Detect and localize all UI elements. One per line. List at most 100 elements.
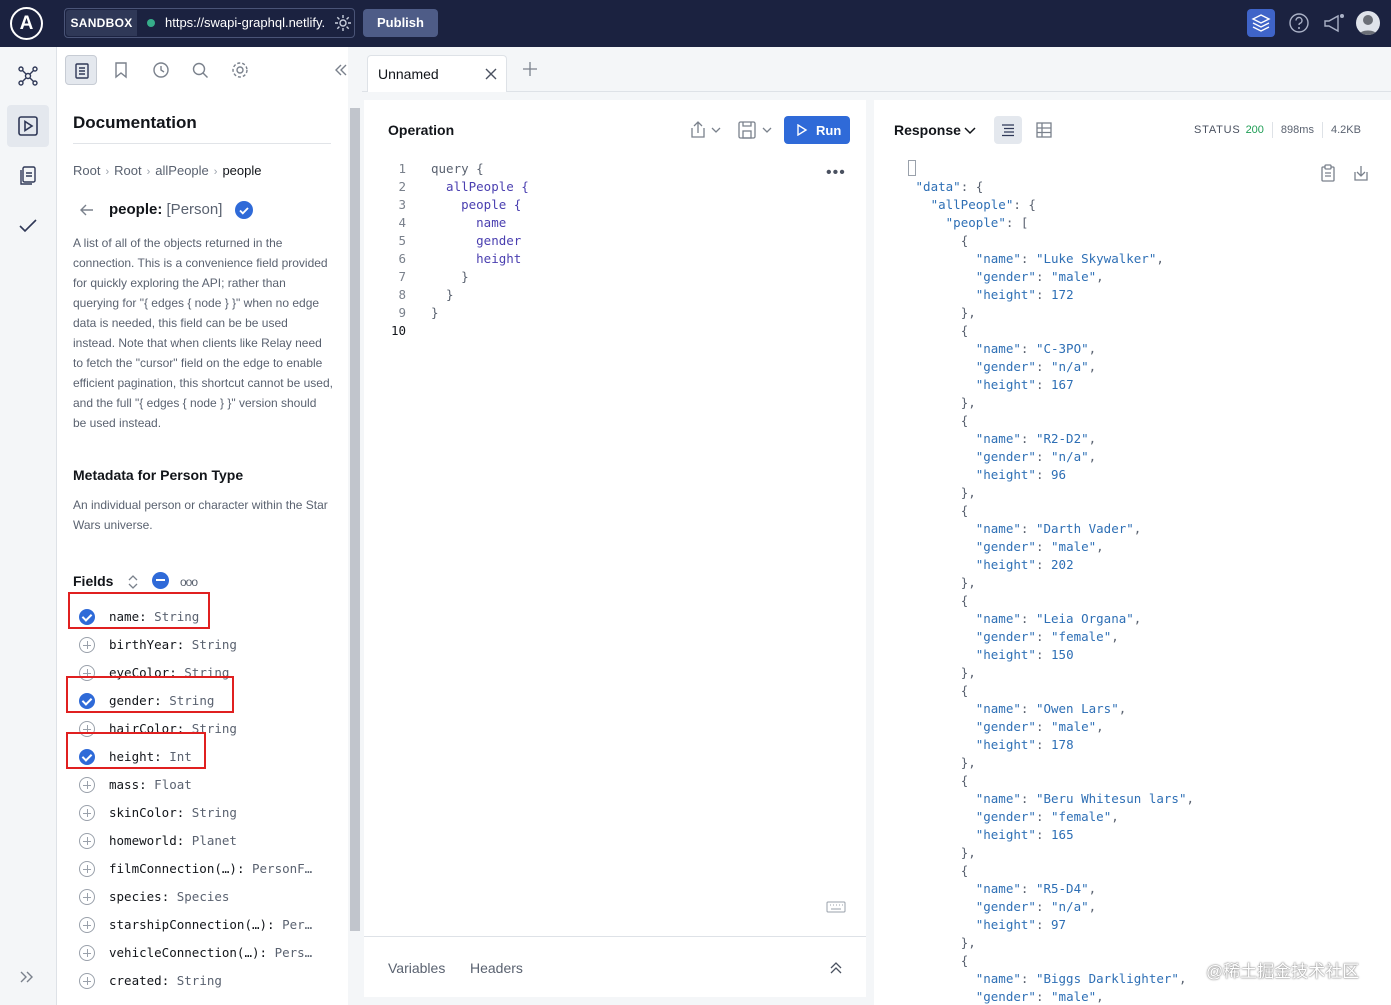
tab-bar: Unnamed [362,47,1391,92]
chevron-down-icon[interactable] [964,126,976,136]
arrow-left-icon[interactable] [79,202,95,218]
expand-rail-icon[interactable] [18,968,36,986]
plus-circle-icon[interactable] [79,777,95,793]
field-row-vehicleconnection[interactable]: vehicleConnection(…): Pers… [77,939,337,967]
plus-circle-icon[interactable] [79,889,95,905]
field-type[interactable]: Float [154,777,192,792]
response-size: 4.2KB [1330,123,1361,136]
code-line[interactable]: gender [431,232,529,250]
chevron-up-icon[interactable] [829,961,843,975]
response-title[interactable]: Response [894,122,961,138]
plus-circle-icon[interactable] [79,973,95,989]
plus-circle-icon[interactable] [79,917,95,933]
search-icon[interactable] [184,55,216,85]
save-icon[interactable] [737,120,777,140]
json-view-button[interactable] [994,116,1022,144]
collection-icon[interactable] [7,155,49,197]
avatar[interactable] [1356,11,1380,35]
close-icon[interactable] [484,67,498,81]
plus-circle-icon[interactable] [79,945,95,961]
explorer-icon[interactable] [7,105,49,147]
more-options-icon[interactable]: ••• [826,164,846,182]
code-line[interactable]: people { [431,196,529,214]
field-row-birthyear[interactable]: birthYear: String [77,631,337,659]
field-row-skincolor[interactable]: skinColor: String [77,799,337,827]
field-type[interactable]: String [192,637,237,652]
apollo-logo[interactable]: A [10,7,43,40]
variables-tab[interactable]: Variables [388,960,445,976]
field-name: vehicleConnection(…): Pers… [109,945,313,960]
line-number: 1 [398,161,406,176]
code-line[interactable] [431,322,529,340]
explorer-switch-icon[interactable] [1247,9,1275,37]
keyboard-icon[interactable] [826,900,846,914]
line-number: 10 [390,323,406,338]
field-name-text: species [109,889,162,904]
breadcrumb-item[interactable]: allPeople [155,163,209,178]
history-icon[interactable] [145,55,177,85]
json-line: "gender": "n/a", [975,899,1097,914]
field-type[interactable]: Per… [282,917,312,932]
code-line[interactable]: allPeople { [431,178,529,196]
field-name: created: String [109,973,222,988]
gear-icon[interactable] [333,13,353,33]
code-line[interactable]: query { [431,160,529,178]
doc-scrollbar-thumb[interactable] [350,108,360,931]
add-tab-icon[interactable] [522,61,538,77]
code-line[interactable]: name [431,214,529,232]
field-title-type: [Person] [166,201,223,218]
headers-tab[interactable]: Headers [470,960,523,976]
code-line[interactable]: height [431,250,529,268]
field-type[interactable]: PersonF… [252,861,312,876]
download-icon[interactable] [1352,164,1370,182]
bookmark-icon[interactable] [105,55,137,85]
endpoint-url[interactable]: https://swapi-graphql.netlify.app/.netli… [165,9,325,37]
field-name-text: birthYear [109,637,177,652]
code-line[interactable]: } [431,268,529,286]
help-icon[interactable] [1285,9,1313,37]
field-row-homeworld[interactable]: homeworld: Planet [77,827,337,855]
sort-icon[interactable] [126,574,140,590]
documentation-icon[interactable] [65,55,97,85]
endpoint-url-box[interactable]: SANDBOX https://swapi-graphql.netlify.ap… [64,8,355,38]
field-type[interactable]: Species [177,889,230,904]
checks-icon[interactable] [7,205,49,247]
schema-icon[interactable] [7,55,49,97]
field-type[interactable]: String [177,973,222,988]
collapse-panel-icon[interactable] [333,62,349,78]
field-type[interactable]: Planet [192,833,237,848]
top-bar: A SANDBOX https://swapi-graphql.netlify.… [0,0,1391,47]
field-type[interactable]: String [192,805,237,820]
code-editor[interactable]: query { allPeople { people { name gender… [431,160,529,340]
announcement-icon[interactable] [1320,9,1348,37]
run-button[interactable]: Run [784,116,850,144]
more-icon[interactable]: ooo [180,575,198,589]
response-json[interactable]: "data": { "allPeople": { "people": [ { "… [908,160,1194,1005]
field-row-mass[interactable]: mass: Float [77,771,337,799]
copy-icon[interactable] [1320,164,1336,182]
field-row-starshipconnection[interactable]: starshipConnection(…): Per… [77,911,337,939]
settings-icon[interactable] [224,55,256,85]
plus-circle-icon[interactable] [79,861,95,877]
json-line: "height": 172 [975,287,1074,302]
share-icon[interactable] [686,120,726,140]
plus-circle-icon[interactable] [79,805,95,821]
field-type[interactable]: Pers… [275,945,313,960]
deselect-all-icon[interactable] [152,572,169,589]
tab-unnamed[interactable]: Unnamed [367,55,507,92]
publish-button[interactable]: Publish [363,9,438,37]
field-row-filmconnection[interactable]: filmConnection(…): PersonF… [77,855,337,883]
field-row-species[interactable]: species: Species [77,883,337,911]
breadcrumb-item[interactable]: Root [73,163,100,178]
check-circle-icon[interactable] [235,201,253,219]
code-line[interactable]: } [431,286,529,304]
plus-circle-icon[interactable] [79,637,95,653]
plus-circle-icon[interactable] [79,833,95,849]
breadcrumb: Root › Root › allPeople › people [73,163,262,178]
json-line: "people": [ [945,215,1029,230]
highlight-box [68,592,210,629]
table-view-icon[interactable] [1034,120,1054,140]
field-row-created[interactable]: created: String [77,967,337,995]
code-line[interactable]: } [431,304,529,322]
breadcrumb-item[interactable]: Root [114,163,141,178]
